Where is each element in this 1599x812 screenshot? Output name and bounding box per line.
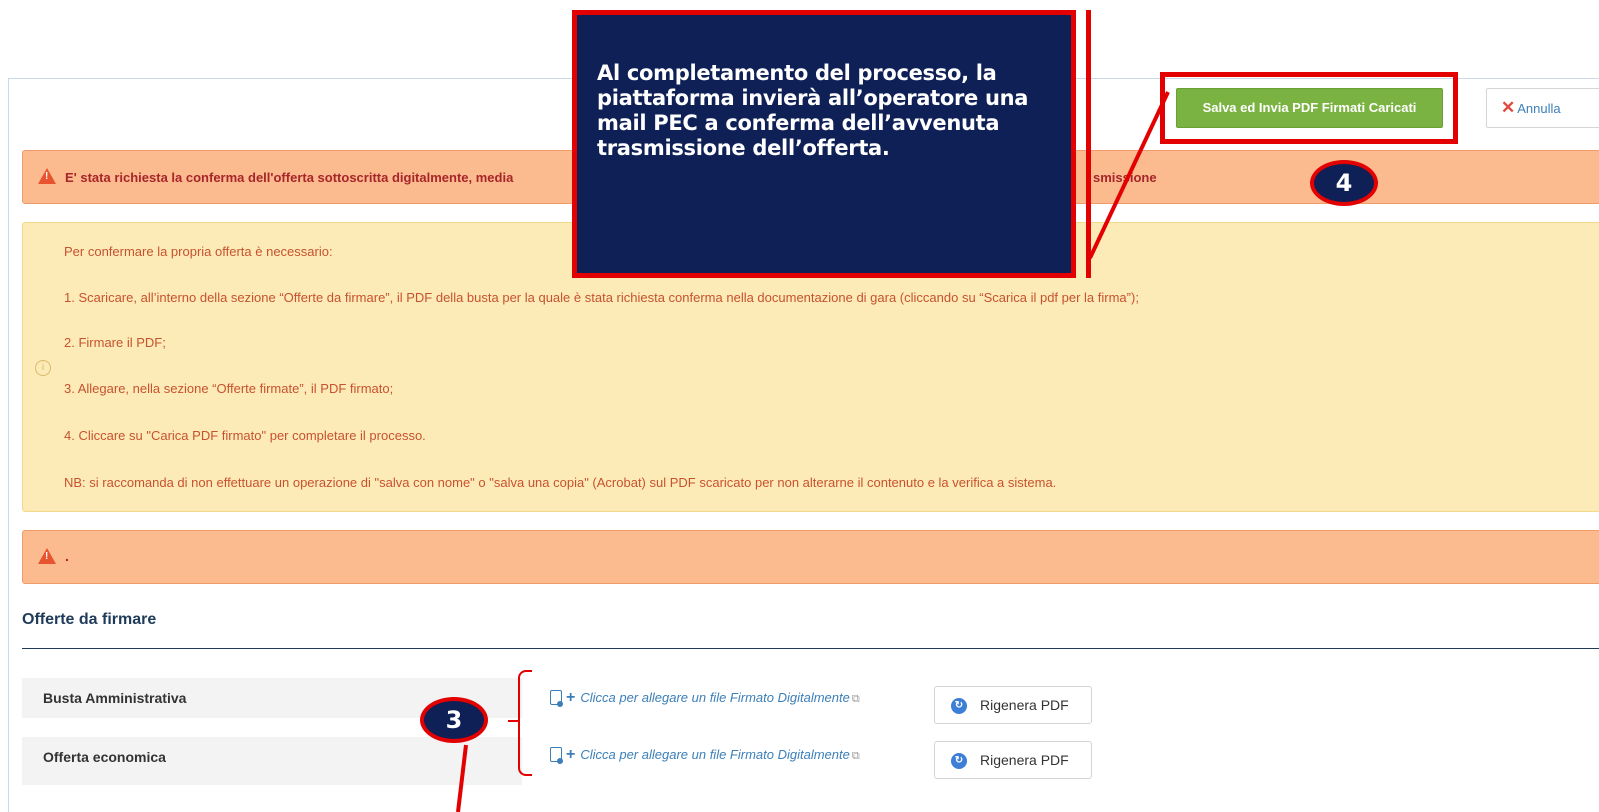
external-link-icon: ⧉: [851, 750, 860, 762]
close-icon: ✕: [1501, 98, 1516, 117]
document-icon: [550, 747, 563, 764]
attach-link-text: Clicca per allegare un file Firmato Digi…: [580, 690, 850, 705]
cancel-button[interactable]: ✕ Annulla: [1486, 88, 1599, 128]
document-icon: [550, 690, 563, 707]
annotation-callout-text: Al completamento del processo, la piatta…: [597, 61, 1029, 160]
attach-signed-file-link[interactable]: + Clicca per allegare un file Firmato Dig…: [550, 746, 860, 764]
plus-icon: +: [566, 689, 576, 706]
section-title: Offerte da firmare: [22, 611, 157, 628]
external-link-icon: ⧉: [851, 693, 860, 705]
instruction-step-3: 3. Allegare, nella sezione “Offerte firm…: [64, 381, 394, 396]
regenerate-label: Rigenera PDF: [980, 697, 1069, 713]
section-divider: [22, 648, 1599, 649]
warning-alert-secondary: .: [22, 530, 1599, 584]
annotation-bracket-tip: [508, 720, 520, 722]
regenerate-pdf-button[interactable]: ↻ Rigenera PDF: [934, 686, 1092, 724]
instruction-step-1: 1. Scaricare, all’interno della sezione …: [64, 290, 1139, 305]
instruction-step-4: 4. Cliccare su "Carica PDF firmato" per …: [64, 428, 426, 443]
cancel-label: Annulla: [1517, 101, 1561, 116]
annotation-bracket: [518, 670, 532, 776]
instruction-intro: Per confermare la propria offerta è nece…: [64, 244, 333, 259]
annotation-step-badge-3: 3: [420, 697, 488, 743]
annotation-divider-line: [1086, 10, 1091, 278]
warning-alert-secondary-text: .: [65, 548, 69, 564]
annotation-callout: Al completamento del processo, la piatta…: [572, 10, 1076, 278]
instruction-step-2: 2. Firmare il PDF;: [64, 335, 166, 350]
plus-icon: +: [566, 746, 576, 763]
annotation-highlight-box: [1160, 72, 1458, 144]
warning-alert-text-end: smissione: [1093, 170, 1157, 185]
warning-icon: [38, 548, 56, 564]
annotation-step-badge-4: 4: [1310, 160, 1378, 206]
regenerate-label: Rigenera PDF: [980, 752, 1069, 768]
refresh-icon: ↻: [951, 698, 967, 714]
regenerate-pdf-button[interactable]: ↻ Rigenera PDF: [934, 741, 1092, 779]
refresh-icon: ↻: [951, 753, 967, 769]
row-label-offerta-economica: Offerta economica: [22, 737, 522, 785]
info-icon: i: [35, 360, 51, 376]
instruction-note: NB: si raccomanda di non effettuare un o…: [64, 475, 1057, 490]
attach-signed-file-link[interactable]: + Clicca per allegare un file Firmato Dig…: [550, 689, 860, 707]
warning-alert-text: E' stata richiesta la conferma dell'offe…: [65, 170, 514, 185]
attach-link-text: Clicca per allegare un file Firmato Digi…: [580, 747, 850, 762]
warning-icon: [38, 168, 56, 184]
